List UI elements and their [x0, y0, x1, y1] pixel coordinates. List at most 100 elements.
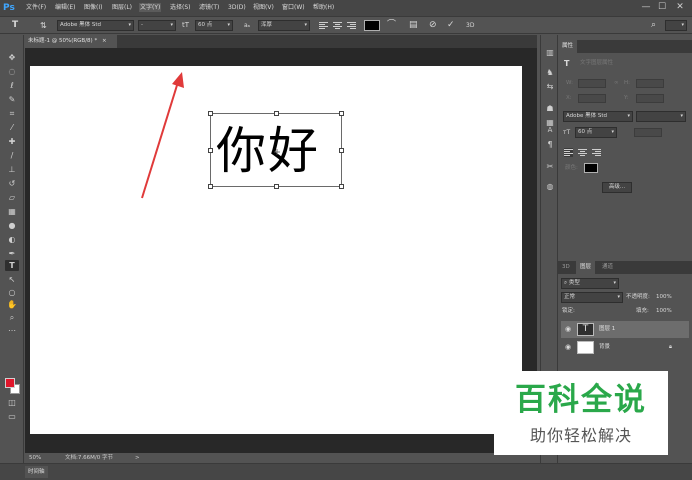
- advanced-button[interactable]: 高级...: [602, 182, 632, 193]
- path-select-icon[interactable]: ↖: [5, 274, 19, 285]
- menu-edit[interactable]: 编辑(E): [55, 3, 75, 12]
- align-left-button[interactable]: [319, 21, 328, 30]
- transform-handle[interactable]: [339, 184, 344, 189]
- gradient-icon[interactable]: ▦: [5, 206, 19, 217]
- canvas-text-layer[interactable]: 你好: [216, 122, 320, 180]
- menu-view[interactable]: 视图(V): [253, 3, 274, 12]
- properties-font-style-select[interactable]: ▾: [636, 111, 686, 122]
- more-icon[interactable]: ⋯: [5, 325, 19, 336]
- minimize-button[interactable]: —: [640, 2, 652, 13]
- close-tab-icon[interactable]: ×: [102, 38, 107, 44]
- font-style-select[interactable]: - ▾: [138, 20, 176, 31]
- link-icon[interactable]: ∞: [614, 79, 619, 88]
- adjust-panel-icon[interactable]: ⇆: [544, 81, 556, 92]
- cancel-icon[interactable]: ⊘: [429, 20, 437, 31]
- workspace-select[interactable]: ▾: [665, 20, 687, 31]
- tool-presets-icon[interactable]: ✂: [544, 161, 556, 172]
- type-icon[interactable]: T: [5, 260, 19, 271]
- move-icon[interactable]: ✥: [5, 52, 19, 63]
- shape-icon[interactable]: ○: [5, 287, 19, 298]
- menu-image[interactable]: 图像(I): [84, 3, 102, 12]
- transform-handle[interactable]: [339, 111, 344, 116]
- status-menu-arrow[interactable]: >: [135, 453, 140, 463]
- text-orientation-icon[interactable]: ⇅: [40, 20, 47, 31]
- document-canvas[interactable]: 你好: [30, 66, 522, 434]
- tab-layers[interactable]: 图层: [576, 261, 596, 274]
- crop-icon[interactable]: ⌗: [5, 108, 19, 119]
- properties-align-right-button[interactable]: [592, 148, 601, 157]
- history-panel-icon[interactable]: ▥: [544, 47, 556, 58]
- y-field[interactable]: [636, 94, 664, 103]
- 3d-button[interactable]: 3D: [466, 20, 474, 31]
- menu-type[interactable]: 文字(Y): [139, 3, 162, 12]
- people-panel-icon[interactable]: ☗: [544, 103, 556, 114]
- height-field[interactable]: [636, 79, 664, 88]
- stamp-icon[interactable]: ⊥: [5, 164, 19, 175]
- history-brush-icon[interactable]: ↺: [5, 178, 19, 189]
- timeline-tab[interactable]: 时间轴: [25, 466, 48, 478]
- pen-icon[interactable]: ✒: [5, 248, 19, 259]
- transform-handle[interactable]: [208, 184, 213, 189]
- tab-properties[interactable]: 属性: [558, 40, 578, 53]
- transform-handle[interactable]: [274, 111, 279, 116]
- align-center-button[interactable]: [333, 21, 342, 30]
- layer-row[interactable]: ◉ 背景 🔒︎: [561, 339, 689, 356]
- search-icon[interactable]: ⌕: [651, 20, 656, 31]
- menu-help[interactable]: 帮助(H): [313, 3, 334, 12]
- eraser-icon[interactable]: ▱: [5, 192, 19, 203]
- document-tab[interactable]: 未标题-1 @ 50%(RGB/8) * ×: [25, 35, 117, 48]
- properties-color-swatch[interactable]: [584, 163, 598, 173]
- close-window-button[interactable]: ✕: [674, 2, 686, 13]
- 3d-panel-icon[interactable]: ◍: [544, 181, 556, 192]
- screen-mode-icon[interactable]: ▭: [5, 411, 19, 422]
- tab-channels[interactable]: 通道: [598, 261, 617, 274]
- character-panel-icon[interactable]: ▤: [409, 20, 418, 31]
- font-family-select[interactable]: Adobe 黑体 Std ▾: [57, 20, 134, 31]
- hand-icon[interactable]: ✋: [5, 299, 19, 310]
- properties-align-left-button[interactable]: [564, 148, 573, 157]
- text-bounding-box[interactable]: 你好: [208, 111, 344, 189]
- layer-filter-select[interactable]: ⌕ 类型 ▾: [561, 278, 619, 289]
- menu-filter[interactable]: 滤镜(T): [199, 3, 219, 12]
- visibility-eye-icon[interactable]: ◉: [565, 343, 571, 351]
- zoom-icon[interactable]: ⌕: [5, 312, 19, 323]
- menu-file[interactable]: 文件(F): [26, 3, 46, 12]
- align-right-button[interactable]: [347, 21, 356, 30]
- paragraph-panel-icon[interactable]: ¶: [544, 139, 556, 150]
- dodge-icon[interactable]: ◐: [5, 234, 19, 245]
- quick-select-icon[interactable]: ✎: [5, 94, 19, 105]
- brush-icon[interactable]: /: [5, 150, 19, 161]
- warp-text-icon[interactable]: ⌒: [387, 20, 396, 31]
- menu-window[interactable]: 窗口(W): [282, 3, 305, 12]
- zoom-level[interactable]: 50%: [29, 453, 41, 463]
- width-field[interactable]: [578, 79, 606, 88]
- menu-layer[interactable]: 图层(L): [112, 3, 132, 12]
- menu-select[interactable]: 选择(S): [170, 3, 191, 12]
- tracking-field[interactable]: [634, 128, 662, 137]
- quick-mask-icon[interactable]: ◫: [5, 397, 19, 408]
- maximize-button[interactable]: ☐: [656, 2, 668, 13]
- eyedropper-icon[interactable]: ⁄: [5, 122, 19, 133]
- transform-handle[interactable]: [208, 111, 213, 116]
- character-panel-icon[interactable]: A: [544, 125, 556, 136]
- layer-row[interactable]: ◉ T 图层 1: [561, 321, 689, 338]
- marquee-icon[interactable]: ◌: [5, 66, 19, 77]
- fill-value[interactable]: 100%: [656, 307, 672, 316]
- blend-mode-select[interactable]: 正常 ▾: [561, 292, 623, 303]
- tab-3d[interactable]: 3D: [558, 261, 574, 274]
- opacity-value[interactable]: 100%: [656, 293, 672, 302]
- foreground-color-swatch[interactable]: [5, 378, 15, 388]
- lasso-icon[interactable]: ℓ: [5, 80, 19, 91]
- type-tool-preset-icon[interactable]: T: [12, 20, 18, 31]
- menu-3d[interactable]: 3D(D): [228, 3, 246, 12]
- properties-align-center-button[interactable]: [578, 148, 587, 157]
- text-color-swatch[interactable]: [364, 20, 380, 31]
- healing-icon[interactable]: ✚: [5, 136, 19, 147]
- properties-font-size-select[interactable]: 60 点 ▾: [575, 127, 617, 138]
- visibility-eye-icon[interactable]: ◉: [565, 325, 571, 333]
- anti-alias-select[interactable]: 浑厚 ▾: [258, 20, 310, 31]
- x-field[interactable]: [578, 94, 606, 103]
- blur-icon[interactable]: ●: [5, 220, 19, 231]
- font-size-select[interactable]: 60 点 ▾: [195, 20, 233, 31]
- transform-handle[interactable]: [208, 148, 213, 153]
